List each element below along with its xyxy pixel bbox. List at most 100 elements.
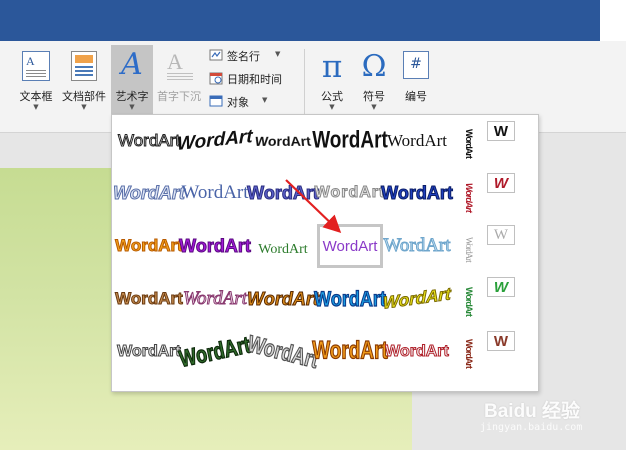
date-time-label: 日期和时间 xyxy=(227,73,282,86)
title-bar xyxy=(0,0,626,41)
wordart-style-text: WordArt xyxy=(312,127,388,154)
date-time-button[interactable]: 日期和时间 xyxy=(209,69,299,89)
quick-parts-button[interactable]: 文档部件 ▼ xyxy=(58,47,110,127)
number-icon xyxy=(403,51,429,79)
text-box-button[interactable]: 文本框 ▼ xyxy=(14,47,58,127)
wordart-style-18[interactable]: WordArt xyxy=(247,277,320,321)
chevron-down-icon: ▼ xyxy=(129,103,135,111)
wordart-gallery: WordArt WordArt WordArt WordArt WordArt … xyxy=(111,114,539,392)
wordart-extra-3[interactable]: W xyxy=(487,225,515,245)
wordart-style-8[interactable]: WordArt xyxy=(247,171,320,215)
wordart-extra-text: W xyxy=(493,332,509,350)
wordart-label: 艺术字 xyxy=(115,90,149,103)
wordart-extra-5[interactable]: W xyxy=(487,331,515,351)
wordart-extra-text: W xyxy=(493,278,509,296)
wordart-style-24[interactable]: WordArt xyxy=(312,330,389,374)
wordart-style-text: WordArt xyxy=(245,330,322,374)
text-box-label: 文本框 xyxy=(19,90,53,103)
drop-cap-label: 首字下沉 xyxy=(157,90,201,103)
wordart-style-2[interactable]: WordArt xyxy=(177,119,253,163)
wordart-extra-1[interactable]: W xyxy=(487,121,515,141)
title-bar-corner xyxy=(600,0,626,41)
wordart-style-12[interactable]: WordArt xyxy=(179,224,252,268)
wordart-style-19[interactable]: WordArt xyxy=(314,277,387,321)
wordart-style-22[interactable]: WordArt xyxy=(177,330,254,374)
number-label: 编号 xyxy=(405,90,427,103)
drop-cap-icon xyxy=(165,49,193,83)
object-button[interactable]: 对象 ▼ xyxy=(209,92,279,112)
wordart-button[interactable]: A 艺术字 ▼ xyxy=(111,45,153,118)
wordart-style-text: WordArt xyxy=(314,184,386,202)
object-label: 对象 xyxy=(227,96,249,109)
wordart-style-3[interactable]: WordArt xyxy=(250,119,316,163)
wordart-style-15[interactable]: WordArt xyxy=(383,224,451,268)
wordart-vertical-2[interactable]: WordArt xyxy=(460,171,478,223)
omega-icon: Ω xyxy=(361,49,387,84)
wordart-style-1[interactable]: WordArt xyxy=(116,119,182,163)
baidu-watermark-url: jingyan.baidu.com xyxy=(480,422,583,433)
wordart-style-text: WordArt xyxy=(258,242,308,257)
wordart-vertical-text: WordArt xyxy=(464,286,474,316)
object-icon xyxy=(209,95,223,107)
wordart-extra-text: W xyxy=(493,122,509,140)
wordart-vertical-3[interactable]: WordArt xyxy=(460,223,478,275)
equation-label: 公式 xyxy=(321,90,343,103)
wordart-extra-text: W xyxy=(493,174,509,192)
wordart-style-10[interactable]: WordArt xyxy=(381,171,454,215)
wordart-style-text: WordArt xyxy=(247,288,320,309)
wordart-style-21[interactable]: WordArt xyxy=(116,330,182,374)
wordart-style-11[interactable]: WordArt xyxy=(115,224,184,268)
wordart-style-16[interactable]: WordArt xyxy=(115,277,184,321)
wordart-style-text: WordArt xyxy=(314,286,387,311)
pi-icon: π xyxy=(321,49,343,85)
wordart-style-9[interactable]: WordArt xyxy=(314,171,386,215)
wordart-style-25[interactable]: WordArt xyxy=(384,330,450,374)
wordart-style-23[interactable]: WordArt xyxy=(245,330,322,374)
wordart-style-17[interactable]: WordArt xyxy=(182,277,248,321)
wordart-style-text: WordArt xyxy=(383,284,452,314)
wordart-style-text: WordArt xyxy=(115,236,184,256)
wordart-extra-text: W xyxy=(493,226,509,243)
symbol-label: 符号 xyxy=(363,90,385,103)
chevron-down-icon: ▼ xyxy=(33,103,39,111)
wordart-vertical-text: WordArt xyxy=(464,182,474,212)
wordart-style-text: WordArt xyxy=(181,182,249,203)
wordart-style-text: WordArt xyxy=(177,331,254,372)
wordart-vertical-5[interactable]: WordArt xyxy=(460,327,478,379)
wordart-extra-2[interactable]: W xyxy=(487,173,515,193)
wordart-vertical-4[interactable]: WordArt xyxy=(460,275,478,327)
chevron-down-icon: ▼ xyxy=(275,50,281,58)
wordart-vertical-text: WordArt xyxy=(464,338,474,368)
wordart-style-text: WordArt xyxy=(383,235,451,257)
chevron-down-icon: ▼ xyxy=(81,103,87,111)
wordart-style-4[interactable]: WordArt xyxy=(312,119,388,163)
wordart-style-text: WordArt xyxy=(386,131,447,150)
wordart-style-6[interactable]: WordArt xyxy=(113,171,186,215)
wordart-style-5[interactable]: WordArt xyxy=(384,119,450,163)
signature-line-label: 签名行 xyxy=(227,50,260,63)
wordart-vertical-text: WordArt xyxy=(464,236,474,262)
wordart-style-text: WordArt xyxy=(247,182,320,203)
wordart-style-text: WordArt xyxy=(179,235,252,256)
calendar-icon xyxy=(209,72,223,85)
signature-line-button[interactable]: 签名行 ▼ xyxy=(209,46,289,66)
quick-parts-label: 文档部件 xyxy=(62,90,106,103)
wordart-style-text: WordArt xyxy=(177,126,253,155)
wordart-style-text: WordArt xyxy=(253,133,313,149)
chevron-down-icon: ▼ xyxy=(371,103,377,111)
baidu-watermark: Baidu 经验 xyxy=(484,401,581,422)
wordart-style-text: WordArt xyxy=(182,288,248,310)
wordart-style-text: WordArt xyxy=(385,343,450,361)
wordart-style-14[interactable]: WordArt xyxy=(317,224,383,268)
wordart-style-text: WordArt xyxy=(117,343,182,361)
wordart-style-7[interactable]: WordArt xyxy=(181,171,249,215)
wordart-style-13[interactable]: WordArt xyxy=(250,224,316,268)
wordart-style-text: WordArt xyxy=(113,182,186,203)
wordart-vertical-text: WordArt xyxy=(464,128,474,158)
quick-parts-icon xyxy=(71,51,97,81)
wordart-style-text: WordArt xyxy=(117,131,181,151)
chevron-down-icon: ▼ xyxy=(262,96,268,104)
wordart-style-20[interactable]: WordArt xyxy=(383,277,452,321)
wordart-extra-4[interactable]: W xyxy=(487,277,515,297)
wordart-vertical-1[interactable]: WordArt xyxy=(460,117,478,169)
